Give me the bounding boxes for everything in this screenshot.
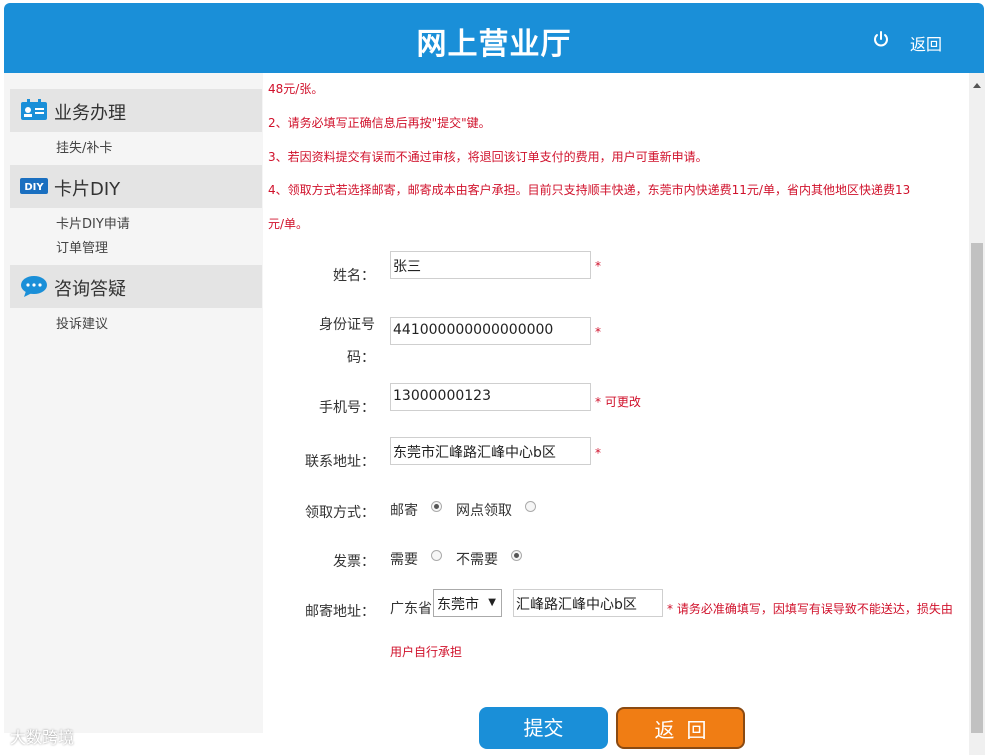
required-mark: *: [595, 259, 601, 273]
city-select-value: 东莞市: [437, 597, 479, 613]
note-3: 3、若因资料提交有误而不通过审核，将退回该订单支付的费用，用户可重新申请。: [268, 150, 708, 164]
sidebar-section-diy[interactable]: DIY 卡片DIY: [10, 165, 262, 208]
phone-note: * 可更改: [595, 395, 641, 409]
sidebar-section-label: 业务办理: [54, 103, 126, 124]
city-select[interactable]: 东莞市 ▼: [433, 589, 502, 617]
scrollbar-thumb[interactable]: [971, 243, 983, 733]
sidebar: 业务办理 挂失/补卡 DIY 卡片DIY 卡片DIY申请 订单管理 咨询答疑 投…: [4, 73, 263, 733]
scrollbar[interactable]: [969, 73, 985, 755]
chat-bubble-icon: [21, 276, 47, 297]
street-input[interactable]: 汇峰路汇峰中心b区: [513, 589, 663, 617]
note-4: 4、领取方式若选择邮寄，邮寄成本由客户承担。目前只支持顺丰快递，东莞市内快递费1…: [268, 183, 911, 197]
note-price: 48元/张。: [268, 82, 324, 96]
invoice-no-radio[interactable]: [511, 550, 522, 561]
phone-input[interactable]: 13000000123: [390, 383, 591, 411]
invoice-yes-radio[interactable]: [431, 550, 442, 561]
id-label-line1: 身份证号: [319, 317, 375, 333]
invoice-label: 发票：: [333, 554, 375, 570]
sidebar-section-label: 卡片DIY: [54, 179, 121, 200]
header-back-link[interactable]: 返回: [910, 31, 942, 55]
pickup-label: 领取方式：: [305, 505, 375, 521]
diy-icon: DIY: [20, 178, 48, 194]
power-icon[interactable]: [872, 30, 890, 48]
main-content: 48元/张。 2、请务必填写正确信息后再按"提交"键。 3、若因资料提交有误而不…: [263, 73, 969, 755]
note-4-cont: 元/单。: [268, 217, 309, 231]
required-mark: *: [595, 325, 601, 339]
name-input[interactable]: 张三: [390, 251, 591, 279]
invoice-option-no: 不需要: [456, 552, 498, 568]
chevron-down-icon: ▼: [488, 597, 496, 608]
required-mark: *: [595, 446, 601, 460]
id-label-line2: 码：: [347, 350, 375, 366]
page-title: 网上营业厅: [416, 27, 572, 62]
watermark-text: 大数跨境: [10, 728, 75, 747]
id-card-icon: [21, 99, 47, 120]
sidebar-item-orders[interactable]: 订单管理: [56, 237, 108, 256]
sidebar-item-report-loss[interactable]: 挂失/补卡: [56, 137, 112, 156]
back-button[interactable]: 返回: [616, 707, 745, 749]
sidebar-section-business[interactable]: 业务办理: [10, 89, 262, 132]
sidebar-item-complaints[interactable]: 投诉建议: [56, 313, 108, 332]
pickup-option-mail: 邮寄: [390, 503, 418, 519]
province-text: 广东省: [390, 601, 432, 617]
mail-note: * 请务必准确填写，因填写有误导致不能送达，损失由: [667, 602, 953, 616]
id-number-input[interactable]: 441000000000000000: [390, 317, 591, 345]
name-label: 姓名：: [333, 268, 375, 284]
pickup-mail-radio[interactable]: [431, 501, 442, 512]
phone-label: 手机号：: [319, 400, 375, 416]
scroll-up-arrow-icon[interactable]: [973, 83, 981, 88]
pickup-branch-radio[interactable]: [525, 501, 536, 512]
pickup-option-branch: 网点领取: [456, 503, 512, 519]
mail-address-label: 邮寄地址：: [305, 604, 375, 620]
address-label: 联系地址：: [305, 454, 375, 470]
note-2: 2、请务必填写正确信息后再按"提交"键。: [268, 116, 491, 130]
top-header: 网上营业厅 返回: [4, 3, 984, 73]
address-input[interactable]: 东莞市汇峰路汇峰中心b区: [390, 437, 591, 465]
mail-note-cont: 用户自行承担: [390, 645, 463, 659]
submit-button[interactable]: 提交: [479, 707, 608, 749]
invoice-option-yes: 需要: [390, 552, 418, 568]
sidebar-item-diy-apply[interactable]: 卡片DIY申请: [56, 213, 130, 232]
svg-text:DIY: DIY: [24, 182, 44, 193]
sidebar-section-consult[interactable]: 咨询答疑: [10, 265, 262, 308]
sidebar-section-label: 咨询答疑: [54, 279, 126, 300]
